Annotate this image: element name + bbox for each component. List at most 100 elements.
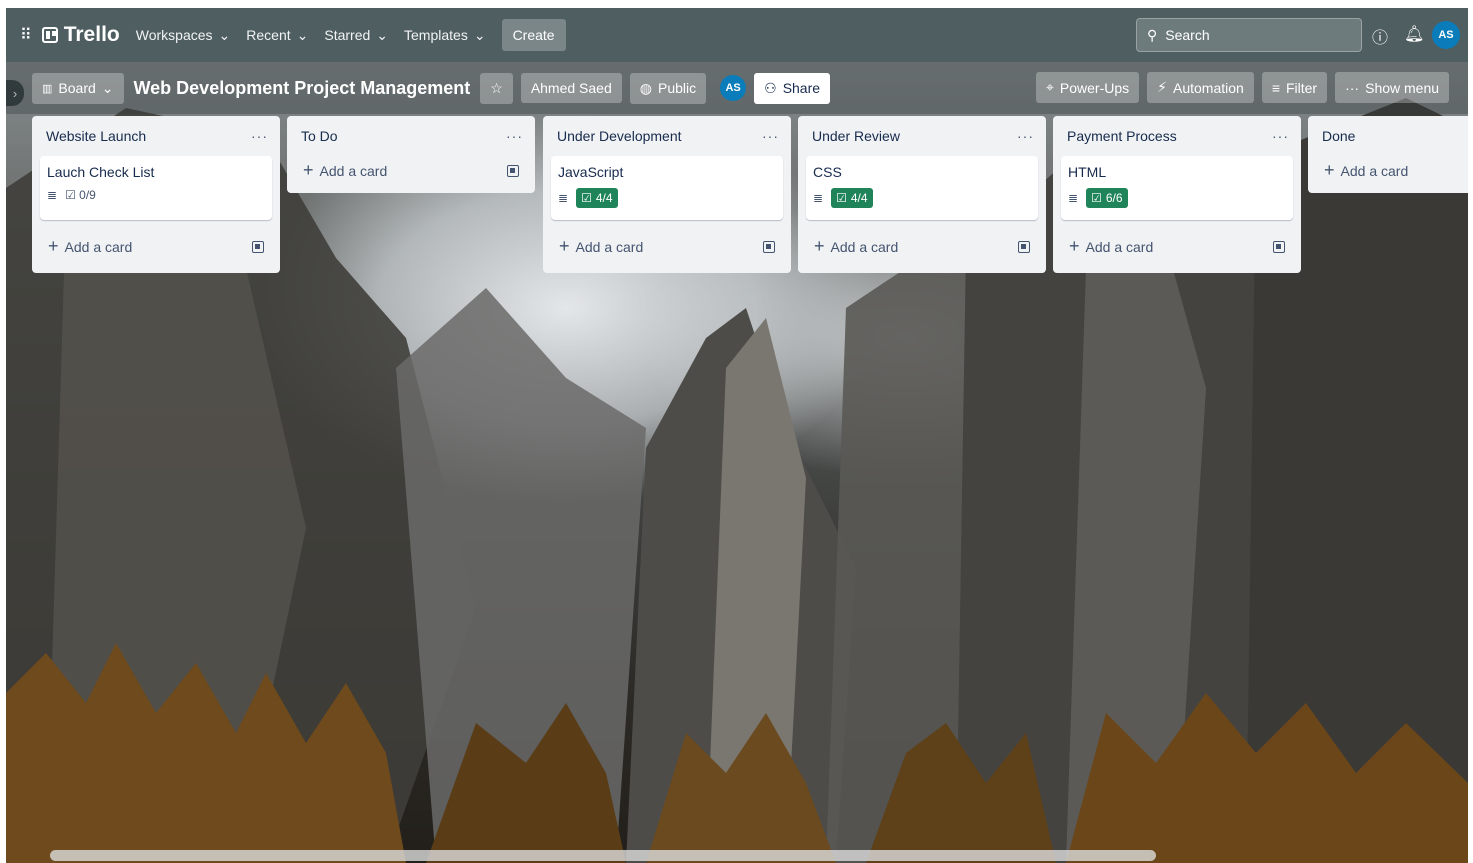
card-title: Lauch Check List (47, 164, 155, 180)
globe-icon: ◍ (639, 79, 652, 96)
card-template-icon[interactable] (252, 240, 264, 253)
plus-icon: + (1069, 236, 1080, 256)
workspaces-menu[interactable]: Workspaces ⌄ (128, 21, 239, 50)
list-header: Under Development ··· (551, 116, 783, 156)
board-canvas: ⠿ Trello Workspaces ⌄ Recent ⌄ Starred ⌄… (6, 8, 1468, 863)
checkbox-icon: ☑ (1091, 191, 1102, 205)
add-card-button[interactable]: + Add a card (1061, 228, 1293, 265)
board-view-icon: ▥ (42, 82, 53, 95)
plus-icon: + (814, 236, 825, 256)
list-title[interactable]: Under Review (812, 128, 900, 144)
checklist-badge: ☑ 4/4 (831, 188, 873, 208)
card-template-icon[interactable] (1273, 240, 1285, 253)
description-icon: ≣ (47, 188, 58, 202)
card-template-icon[interactable] (1018, 240, 1030, 253)
description-icon: ≣ (813, 191, 824, 205)
create-button[interactable]: Create (501, 19, 566, 51)
trello-logo[interactable]: Trello (41, 23, 120, 47)
list-actions-icon[interactable]: ··· (1272, 128, 1289, 144)
card-badges: ≣ ☑ 6/6 (1068, 188, 1285, 208)
recent-menu[interactable]: Recent ⌄ (238, 21, 316, 50)
list-header: Website Launch ··· (40, 116, 272, 156)
workspace-owner-button[interactable]: Ahmed Saed (520, 73, 622, 103)
more-icon: ··· (1345, 79, 1360, 96)
list-header: Done (1316, 116, 1460, 156)
user-avatar[interactable]: AS (1432, 21, 1460, 49)
card-title: HTML (1068, 164, 1107, 180)
chevron-down-icon: ⌄ (296, 26, 309, 43)
card[interactable]: CSS ≣ ☑ 4/4 (806, 156, 1038, 220)
starred-menu[interactable]: Starred ⌄ (316, 21, 396, 50)
templates-menu[interactable]: Templates ⌄ (396, 21, 494, 50)
board-title[interactable]: Web Development Project Management (124, 78, 481, 99)
filter-icon: ≡ (1271, 79, 1280, 96)
add-person-icon: ⚇ (764, 79, 777, 96)
card[interactable]: JavaScript ≣ ☑ 4/4 (551, 156, 783, 220)
list-title[interactable]: To Do (301, 128, 338, 144)
list-actions-icon[interactable]: ··· (251, 128, 268, 144)
top-navigation-bar: ⠿ Trello Workspaces ⌄ Recent ⌄ Starred ⌄… (6, 8, 1468, 62)
list-done: Done + Add a card (1308, 116, 1468, 193)
add-card-button[interactable]: + Add a card (295, 156, 527, 193)
member-avatar[interactable]: AS (720, 75, 747, 101)
chevron-down-icon: ⌄ (376, 26, 389, 43)
list-title[interactable]: Done (1322, 128, 1355, 144)
card-template-icon[interactable] (763, 240, 775, 253)
card-badges: ≣ ☑ 4/4 (813, 188, 1030, 208)
chevron-down-icon: ⌄ (218, 26, 231, 43)
list-actions-icon[interactable]: ··· (506, 128, 523, 144)
board-view-switcher[interactable]: ▥ Board ⌄ (32, 72, 124, 104)
card-title: CSS (813, 164, 842, 180)
list-title[interactable]: Under Development (557, 128, 682, 144)
star-board-button[interactable]: ☆ (480, 72, 513, 104)
checkbox-icon: ☑ (836, 191, 847, 205)
list-under-review: Under Review ··· CSS ≣ ☑ 4/4 + Add a card (798, 116, 1046, 273)
card-title: JavaScript (558, 164, 624, 180)
list-actions-icon[interactable]: ··· (1017, 128, 1034, 144)
add-card-button[interactable]: + Add a card (806, 228, 1038, 265)
checklist-badge: ☑ 0/9 (65, 188, 96, 202)
show-menu-button[interactable]: ··· Show menu (1335, 72, 1450, 103)
lightning-icon: ⚡︎ (1157, 79, 1167, 95)
chevron-down-icon: ⌄ (473, 26, 486, 43)
description-icon: ≣ (558, 191, 569, 205)
share-button[interactable]: ⚇ Share (754, 72, 831, 104)
list-actions-icon[interactable]: ··· (762, 128, 779, 144)
trello-logo-icon (41, 27, 58, 43)
rocket-icon: ⌖ (1046, 79, 1054, 95)
list-header: Payment Process ··· (1061, 116, 1293, 156)
filter-button[interactable]: ≡ Filter (1261, 72, 1328, 103)
description-icon: ≣ (1068, 191, 1079, 205)
app-switcher-icon[interactable]: ⠿ (16, 25, 34, 45)
checklist-badge: ☑ 6/6 (1086, 188, 1128, 208)
board-header: ▥ Board ⌄ Web Development Project Manage… (6, 62, 1468, 114)
notifications-bell-icon[interactable]: 🔔︎ (1404, 24, 1424, 44)
list-title[interactable]: Website Launch (46, 128, 146, 144)
visibility-button[interactable]: ◍ Public (629, 72, 707, 104)
horizontal-scrollbar[interactable] (50, 850, 1156, 861)
list-header: To Do ··· (295, 116, 527, 156)
list-under-development: Under Development ··· JavaScript ≣ ☑ 4/4… (543, 116, 791, 273)
add-card-button[interactable]: + Add a card (40, 228, 272, 265)
plus-icon: + (48, 236, 59, 256)
background-trees (6, 643, 1468, 863)
info-icon[interactable]: ⓘ (1372, 24, 1388, 48)
chevron-down-icon: ⌄ (101, 79, 114, 96)
search-icon: ⚲ (1147, 26, 1158, 43)
card-template-icon[interactable] (507, 164, 519, 177)
list-website-launch: Website Launch ··· Lauch Check List ≣ ☑ … (32, 116, 280, 273)
card-badges: ≣ ☑ 4/4 (558, 188, 775, 208)
card[interactable]: Lauch Check List ≣ ☑ 0/9 (40, 156, 272, 220)
checkbox-icon: ☑ (65, 188, 76, 202)
plus-icon: + (559, 236, 570, 256)
list-title[interactable]: Payment Process (1067, 128, 1177, 144)
checklist-badge: ☑ 4/4 (576, 188, 618, 208)
automation-button[interactable]: ⚡︎ Automation (1147, 72, 1254, 103)
add-card-button[interactable]: + Add a card (1316, 156, 1460, 193)
search-input[interactable]: ⚲ Search (1136, 18, 1362, 52)
card[interactable]: HTML ≣ ☑ 6/6 (1061, 156, 1293, 220)
power-ups-button[interactable]: ⌖ Power-Ups (1036, 72, 1140, 103)
plus-icon: + (303, 160, 314, 180)
plus-icon: + (1324, 160, 1335, 180)
add-card-button[interactable]: + Add a card (551, 228, 783, 265)
